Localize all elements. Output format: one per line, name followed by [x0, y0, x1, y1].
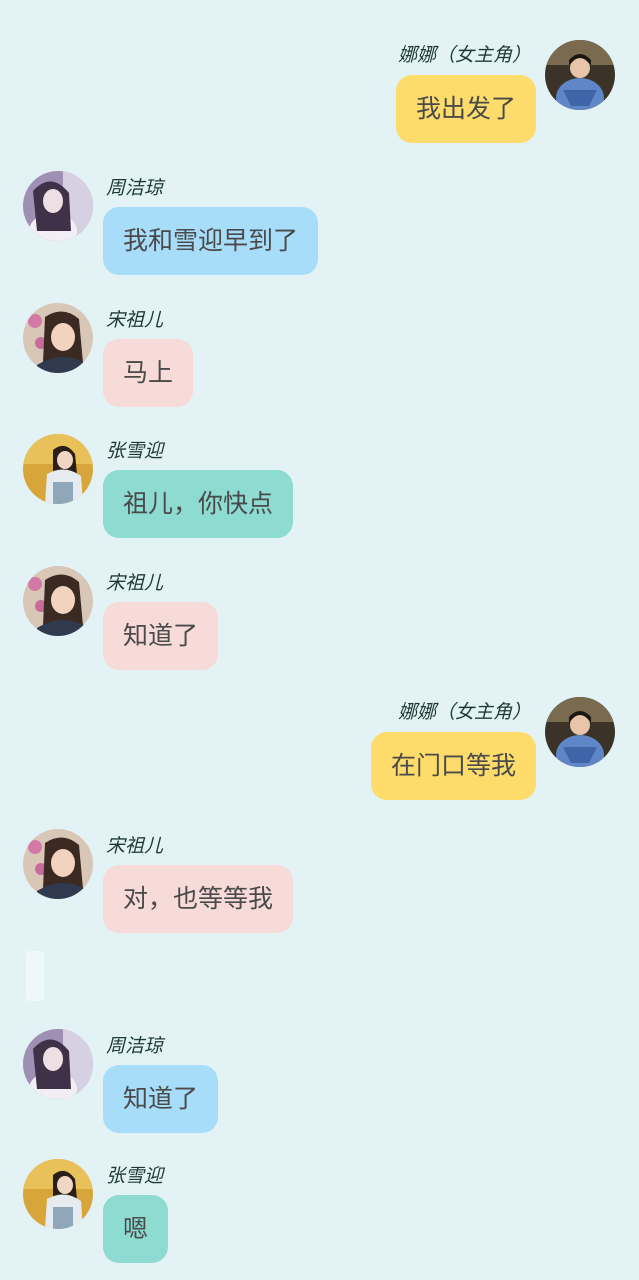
- heroine-avatar[interactable]: [545, 697, 615, 767]
- message-bubble[interactable]: 知道了: [103, 1065, 219, 1133]
- message-bubble[interactable]: 马上: [103, 339, 194, 407]
- message-bubble[interactable]: 在门口等我: [370, 732, 536, 800]
- sender-name: 娜娜（女主角）: [397, 701, 531, 723]
- song-zuer-avatar[interactable]: [23, 829, 93, 899]
- message-bubble[interactable]: 知道了: [103, 602, 219, 670]
- zhang-xueying-avatar[interactable]: [23, 434, 93, 504]
- sender-name: 宋祖儿: [106, 572, 164, 594]
- sender-name: 娜娜（女主角）: [397, 44, 531, 66]
- sender-name: 宋祖儿: [106, 309, 164, 331]
- zhou-jieqiong-avatar[interactable]: [23, 171, 93, 241]
- zhang-xueying-avatar[interactable]: [23, 1159, 93, 1229]
- zhou-jieqiong-avatar[interactable]: [23, 1029, 93, 1099]
- message-bubble[interactable]: 嗯: [103, 1195, 169, 1263]
- sender-name: 周洁琼: [106, 177, 164, 199]
- chat-screen: { "colors": { "background": "#e3f2f4", "…: [0, 0, 639, 1280]
- message-bubble[interactable]: 祖儿，你快点: [103, 470, 294, 538]
- heroine-avatar[interactable]: [545, 40, 615, 110]
- sender-name: 宋祖儿: [106, 835, 164, 857]
- song-zuer-avatar[interactable]: [23, 566, 93, 636]
- sender-name: 张雪迎: [106, 440, 164, 462]
- sender-name: 周洁琼: [106, 1035, 164, 1057]
- message-bubble[interactable]: 对，也等等我: [103, 865, 294, 933]
- blank-placeholder: [26, 951, 44, 1001]
- sender-name: 张雪迎: [106, 1165, 164, 1187]
- song-zuer-avatar[interactable]: [23, 303, 93, 373]
- message-bubble[interactable]: 我出发了: [395, 75, 536, 143]
- message-bubble[interactable]: 我和雪迎早到了: [103, 207, 319, 275]
